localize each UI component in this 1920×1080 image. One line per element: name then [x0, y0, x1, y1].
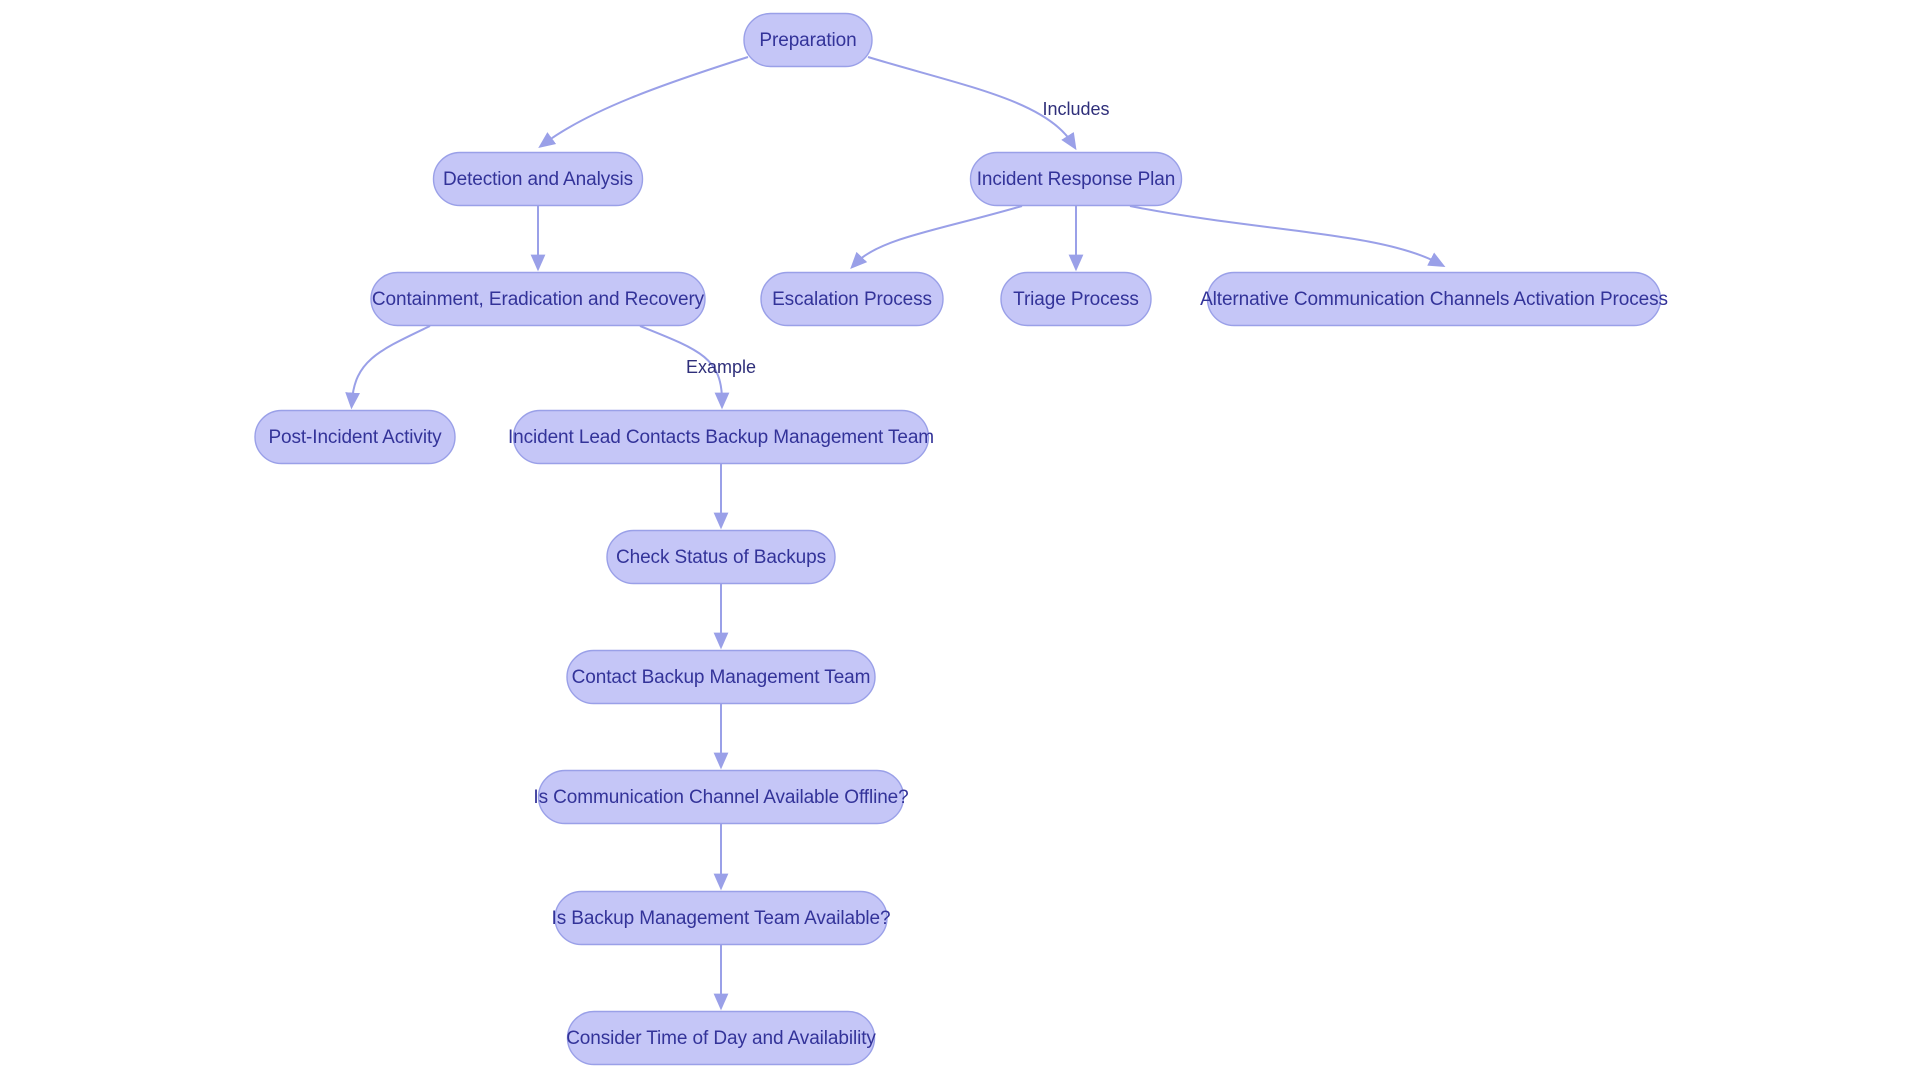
node-post-incident-activity[interactable]: Post-Incident Activity: [254, 409, 456, 465]
node-contact-backup-management-team[interactable]: Contact Backup Management Team: [566, 649, 876, 705]
edge-preparation-to-detection-and-analysis: [538, 56, 749, 148]
nodes-layer: Preparation Detection and Analysis Inciden…: [254, 12, 1668, 1066]
node-label-triage-process: Triage Process: [1013, 289, 1139, 310]
edge-containment-to-post-incident-activity: [345, 325, 431, 410]
node-preparation[interactable]: Preparation: [743, 12, 873, 68]
flowchart-svg: Preparation Detection and Analysis Inciden…: [254, 12, 1668, 1066]
node-label-incident-response-plan: Incident Response Plan: [977, 169, 1176, 190]
node-is-backup-management-team-available[interactable]: Is Backup Management Team Available?: [552, 890, 891, 946]
edge-incident-response-plan-to-escalation-process: [850, 205, 1023, 270]
node-containment-eradication-and-recovery[interactable]: Containment, Eradication and Recovery: [370, 271, 706, 327]
edge-labels-layer: Includes Example: [686, 99, 1110, 377]
node-label-contact-backup-management-team: Contact Backup Management Team: [572, 667, 871, 688]
node-label-check-status-of-backups: Check Status of Backups: [616, 547, 826, 568]
node-is-communication-channel-available-offline[interactable]: Is Communication Channel Available Offli…: [533, 769, 909, 825]
edge-incident-response-plan-to-alternative-channels: [1129, 205, 1446, 267]
node-incident-lead-contacts-backup-management-team[interactable]: Incident Lead Contacts Backup Management…: [508, 409, 934, 465]
node-alternative-communication-channels-activation-process[interactable]: Alternative Communication Channels Activ…: [1200, 271, 1668, 327]
node-label-consider-time-of-day-and-availability: Consider Time of Day and Availability: [566, 1028, 876, 1049]
edge-preparation-to-incident-response-plan: [867, 56, 1077, 151]
flowchart-canvas: Preparation Detection and Analysis Inciden…: [0, 0, 1920, 1080]
edge-label-containment-to-incident-lead-contacts: Example: [686, 357, 756, 377]
node-label-detection-and-analysis: Detection and Analysis: [443, 169, 633, 190]
node-incident-response-plan[interactable]: Incident Response Plan: [969, 151, 1183, 207]
edge-label-preparation-to-incident-response-plan: Includes: [1042, 99, 1109, 119]
node-label-incident-lead-contacts-backup-management-team: Incident Lead Contacts Backup Management…: [508, 427, 934, 448]
node-label-is-backup-management-team-available: Is Backup Management Team Available?: [552, 908, 891, 929]
node-escalation-process[interactable]: Escalation Process: [760, 271, 944, 327]
node-label-containment-eradication-and-recovery: Containment, Eradication and Recovery: [372, 289, 705, 310]
node-label-alternative-communication-channels-activation-process: Alternative Communication Channels Activ…: [1200, 289, 1668, 310]
node-consider-time-of-day-and-availability[interactable]: Consider Time of Day and Availability: [566, 1010, 877, 1066]
node-label-preparation: Preparation: [759, 30, 856, 51]
node-triage-process[interactable]: Triage Process: [1000, 271, 1152, 327]
node-detection-and-analysis[interactable]: Detection and Analysis: [432, 151, 644, 207]
node-check-status-of-backups[interactable]: Check Status of Backups: [606, 529, 836, 585]
node-label-is-communication-channel-available-offline: Is Communication Channel Available Offli…: [533, 787, 908, 808]
node-label-post-incident-activity: Post-Incident Activity: [268, 427, 442, 448]
node-label-escalation-process: Escalation Process: [772, 289, 932, 310]
